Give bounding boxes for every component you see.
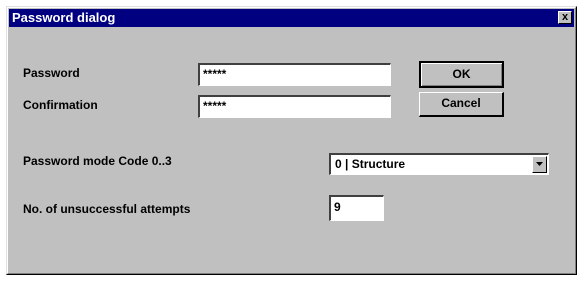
ok-button[interactable]: OK: [419, 61, 504, 88]
attempts-label: No. of unsuccessful attempts: [23, 202, 191, 216]
chevron-down-icon[interactable]: [532, 156, 547, 173]
cancel-button[interactable]: Cancel: [419, 92, 504, 117]
password-mode-value: 0 | Structure: [335, 157, 406, 171]
window-title: Password dialog: [12, 10, 116, 25]
title-bar[interactable]: Password dialog x: [9, 9, 574, 27]
password-mode-select[interactable]: 0 | Structure: [329, 153, 549, 175]
password-dialog-window: Password dialog x Password ***** Confirm…: [6, 6, 577, 275]
attempts-input[interactable]: 9: [329, 195, 384, 221]
password-input[interactable]: *****: [198, 63, 391, 86]
password-label: Password: [23, 66, 80, 80]
close-icon[interactable]: x: [558, 11, 572, 24]
confirmation-input[interactable]: *****: [198, 95, 391, 118]
password-mode-label: Password mode Code 0..3: [23, 154, 172, 168]
confirmation-label: Confirmation: [23, 98, 98, 112]
